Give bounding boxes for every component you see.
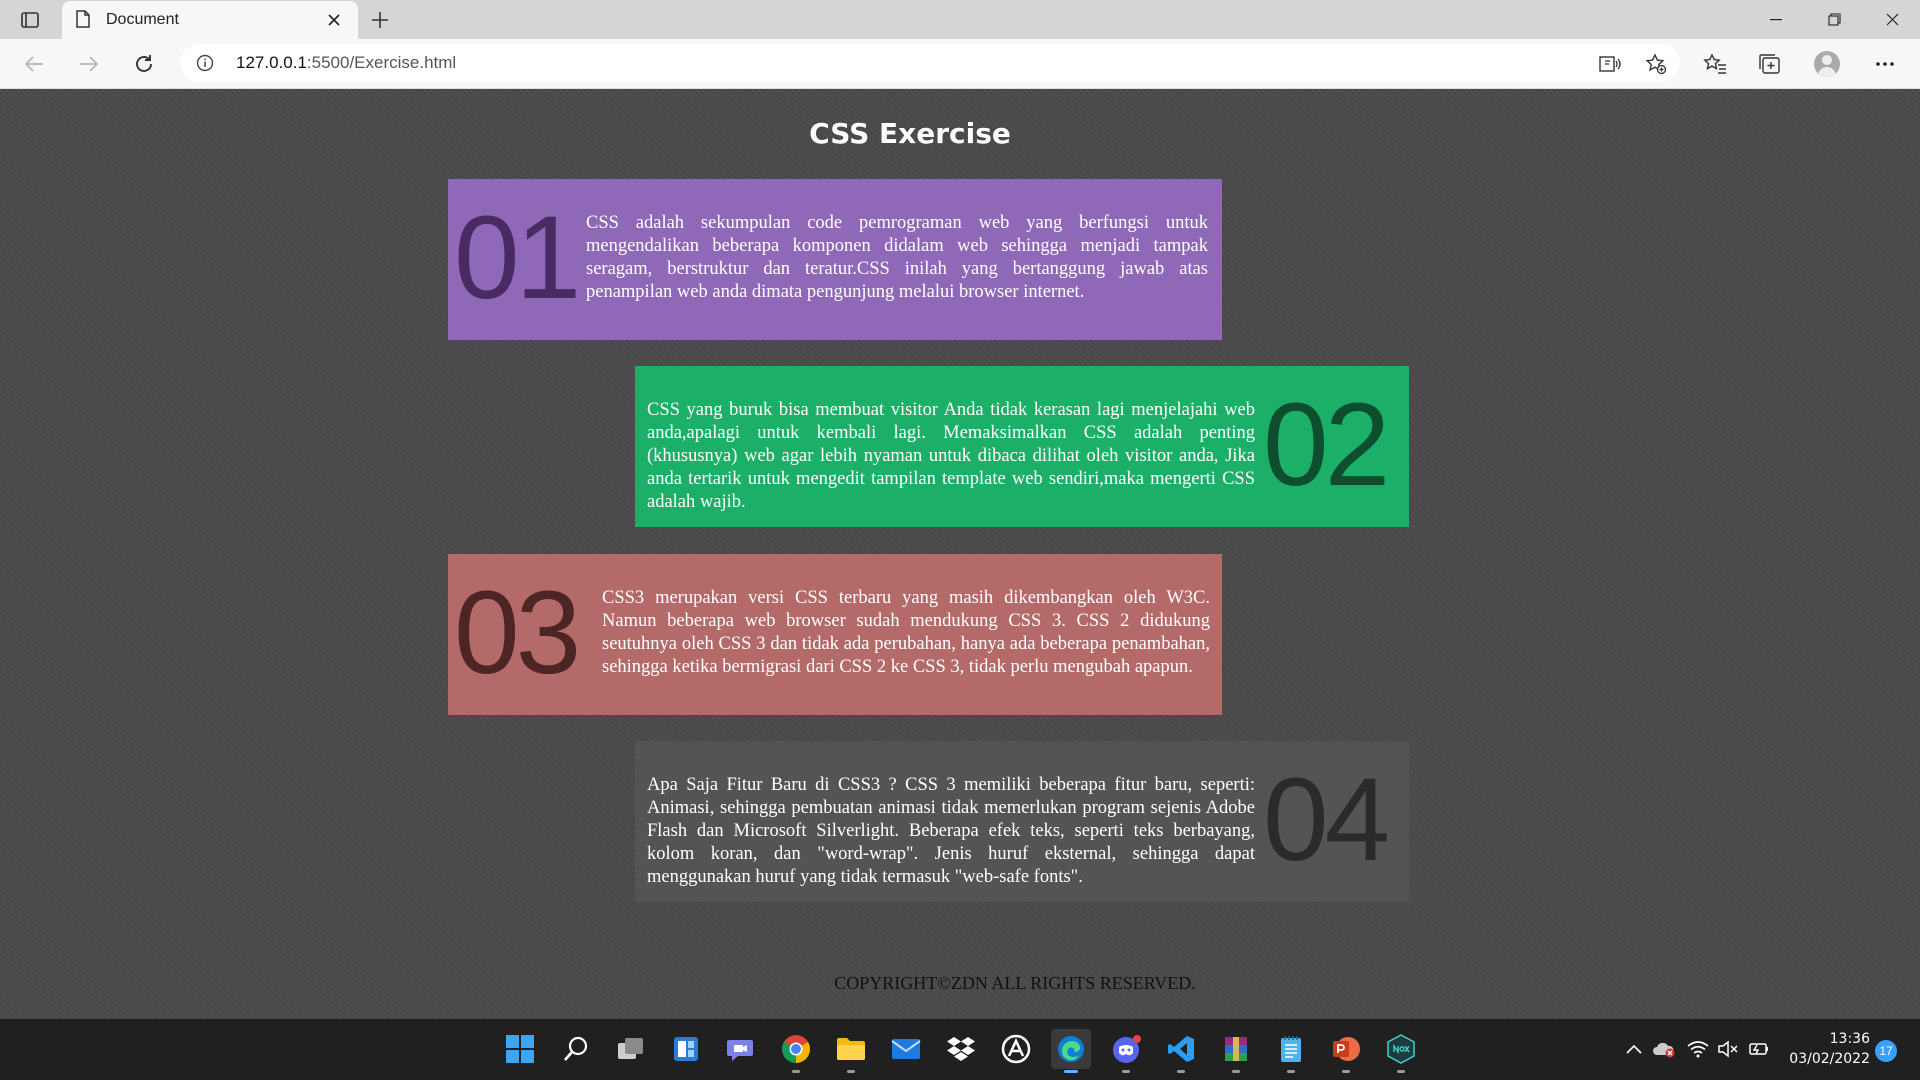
favorites-icon[interactable] — [1700, 49, 1730, 79]
onedrive-icon[interactable] — [1652, 1037, 1676, 1061]
new-tab-button[interactable] — [366, 7, 394, 33]
address-bar[interactable]: 127.0.0.1:5500/Exercise.html — [180, 44, 1680, 82]
running-indicator — [1232, 1070, 1240, 1073]
read-aloud-icon[interactable] — [1597, 51, 1623, 77]
card-01: 01 CSS adalah sekumpulan code pemrograma… — [448, 179, 1222, 340]
notification-badge[interactable]: 17 — [1875, 1040, 1897, 1062]
collections-icon[interactable] — [1755, 49, 1785, 79]
card-number: 04 — [1263, 754, 1390, 886]
running-indicator — [1122, 1070, 1130, 1073]
mail-icon[interactable] — [886, 1029, 926, 1069]
site-info-icon[interactable] — [196, 54, 214, 72]
url-text[interactable]: 127.0.0.1:5500/Exercise.html — [236, 53, 456, 73]
running-indicator — [847, 1070, 855, 1073]
restore-icon[interactable] — [1806, 0, 1862, 39]
card-text: CSS3 merupakan versi CSS terbaru yang ma… — [602, 588, 1210, 677]
teams-chat-icon[interactable] — [721, 1029, 761, 1069]
refresh-icon[interactable] — [128, 48, 160, 80]
back-icon[interactable] — [18, 48, 50, 80]
minimize-icon[interactable] — [1748, 0, 1804, 39]
page-title: CSS Exercise — [809, 117, 1011, 150]
add-favorite-icon[interactable] — [1643, 51, 1669, 77]
discord-icon[interactable] — [1106, 1029, 1146, 1073]
clock-date: 03/02/2022 — [1789, 1051, 1870, 1067]
card-number: 01 — [454, 192, 581, 324]
task-view-icon[interactable] — [611, 1029, 651, 1069]
running-indicator — [1397, 1070, 1405, 1073]
clock-time: 13:36 — [1829, 1031, 1870, 1047]
running-indicator — [1342, 1070, 1350, 1073]
file-explorer-icon[interactable] — [831, 1029, 871, 1073]
tab-actions-icon[interactable] — [14, 8, 46, 32]
card-number: 03 — [454, 567, 581, 699]
card-03: 03 CSS3 merupakan versi CSS terbaru yang… — [448, 554, 1222, 715]
document-icon — [76, 10, 94, 30]
card-02: CSS yang buruk bisa membuat visitor Anda… — [635, 366, 1409, 527]
running-indicator — [792, 1070, 800, 1073]
active-indicator — [1064, 1070, 1078, 1073]
page-viewport: CSS Exercise 01 CSS adalah sekumpulan co… — [0, 89, 1920, 1019]
card-04: Apa Saja Fitur Baru di CSS3 ? CSS 3 memi… — [635, 741, 1409, 902]
url-path: :5500/Exercise.html — [306, 53, 457, 72]
card-text: CSS adalah sekumpulan code pemrograman w… — [586, 213, 1208, 302]
volume-muted-icon[interactable] — [1716, 1037, 1740, 1061]
widgets-icon[interactable] — [666, 1029, 706, 1069]
taskbar: 13:36 03/02/2022 17 — [0, 1019, 1920, 1080]
chrome-icon[interactable] — [776, 1029, 816, 1073]
browser-tab[interactable]: Document — [62, 1, 358, 39]
notepad-icon[interactable] — [1271, 1029, 1311, 1073]
battery-charging-icon[interactable] — [1746, 1037, 1770, 1061]
running-indicator — [1177, 1070, 1185, 1073]
winrar-icon[interactable] — [1216, 1029, 1256, 1073]
running-indicator — [1287, 1070, 1295, 1073]
browser-toolbar: 127.0.0.1:5500/Exercise.html — [0, 39, 1920, 89]
clock[interactable]: 13:36 03/02/2022 — [1780, 1029, 1870, 1069]
more-options-icon[interactable] — [1870, 49, 1900, 79]
dropbox-icon[interactable] — [941, 1029, 981, 1069]
card-number: 02 — [1263, 379, 1390, 511]
copyright-footer: COPYRIGHT©ZDN ALL RIGHTS RESERVED. — [834, 973, 1196, 993]
app-icon[interactable] — [996, 1029, 1036, 1069]
edge-icon[interactable] — [1051, 1029, 1091, 1073]
close-window-icon[interactable] — [1864, 0, 1920, 39]
search-icon[interactable] — [556, 1029, 596, 1069]
tab-bar: Document — [0, 0, 1920, 39]
profile-avatar[interactable] — [1814, 51, 1840, 77]
tab-title: Document — [106, 11, 179, 28]
vscode-icon[interactable] — [1161, 1029, 1201, 1073]
nox-icon[interactable] — [1381, 1029, 1421, 1073]
wifi-icon[interactable] — [1686, 1037, 1710, 1061]
chevron-up-icon[interactable] — [1622, 1037, 1646, 1061]
url-host: 127.0.0.1 — [236, 53, 307, 72]
start-icon[interactable] — [500, 1029, 540, 1069]
forward-icon[interactable] — [73, 48, 105, 80]
close-tab-icon[interactable] — [322, 8, 346, 32]
card-text: Apa Saja Fitur Baru di CSS3 ? CSS 3 memi… — [647, 775, 1255, 887]
powerpoint-icon[interactable] — [1326, 1029, 1366, 1073]
card-text: CSS yang buruk bisa membuat visitor Anda… — [647, 400, 1255, 512]
